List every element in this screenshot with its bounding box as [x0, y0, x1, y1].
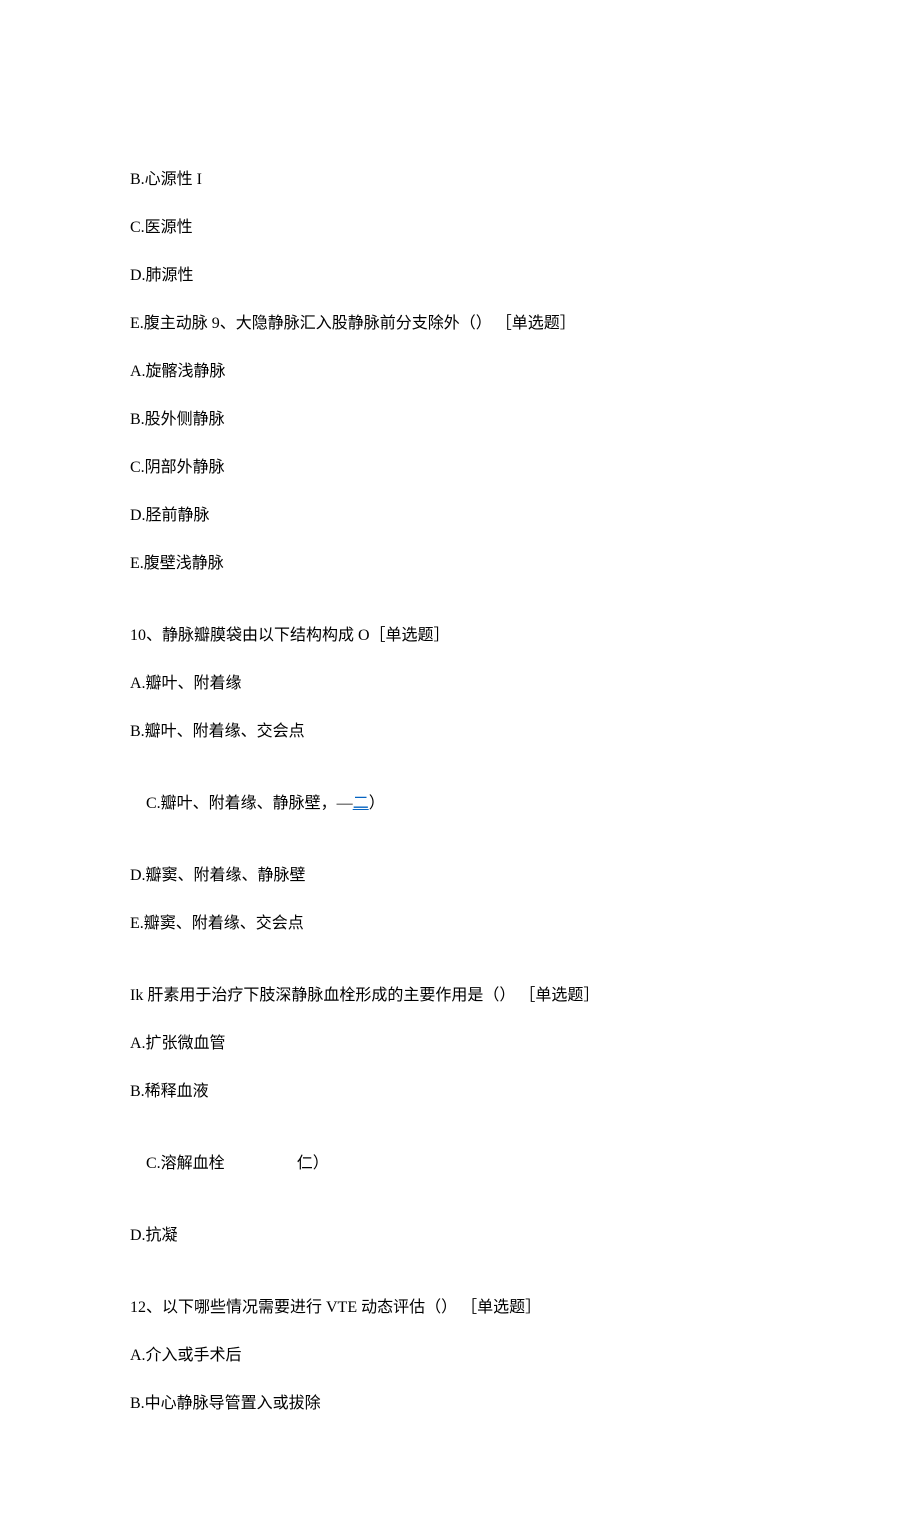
- option-a-q12: A.介入或手术后: [130, 1344, 790, 1368]
- option-a-q11: A.扩张微血管: [130, 1032, 790, 1056]
- option-c-q10-text-c: ）: [369, 795, 385, 812]
- option-e-q10: E.瓣窦、附着缘、交会点: [130, 912, 790, 936]
- option-d-q8: D.肺源性: [130, 264, 790, 288]
- option-c-q11: C.溶解血栓 仁）: [130, 1128, 790, 1200]
- option-c-q11-text: C.溶解血栓: [146, 1155, 225, 1172]
- option-e-q8-and-q9-stem: E.腹主动脉 9、大隐静脉汇入股静脉前分支除外（） ［单选题］: [130, 312, 790, 336]
- option-b-q12: B.中心静脉导管置入或拔除: [130, 1392, 790, 1416]
- option-c-q10-link-text[interactable]: 二: [353, 795, 369, 812]
- option-d-q11: D.抗凝: [130, 1224, 790, 1248]
- option-d-q10: D.瓣窦、附着缘、静脉壁: [130, 864, 790, 888]
- option-c-q8: C.医源性: [130, 216, 790, 240]
- option-c-q10-text-a: C.瓣叶、附着缘、静脉壁，—: [146, 795, 353, 812]
- question-11-stem: Ik 肝素用于治疗下肢深静脉血栓形成的主要作用是（） ［单选题］: [130, 984, 790, 1008]
- paragraph-spacer: [130, 1272, 790, 1296]
- option-b-q11: B.稀释血液: [130, 1080, 790, 1104]
- paragraph-spacer: [130, 600, 790, 624]
- option-e-q9: E.腹壁浅静脉: [130, 552, 790, 576]
- option-d-q9: D.胫前静脉: [130, 504, 790, 528]
- option-b-q9: B.股外侧静脉: [130, 408, 790, 432]
- question-10-stem: 10、静脉瓣膜袋由以下结构构成 O［单选题］: [130, 624, 790, 648]
- document-page: B.心源性 I C.医源性 D.肺源性 E.腹主动脉 9、大隐静脉汇入股静脉前分…: [0, 0, 920, 1540]
- option-c-q10: C.瓣叶、附着缘、静脉壁，—二）: [130, 768, 790, 840]
- option-b-q8: B.心源性 I: [130, 168, 790, 192]
- option-c-q11-suffix: 仁）: [297, 1155, 329, 1172]
- question-12-stem: 12、以下哪些情况需要进行 VTE 动态评估（） ［单选题］: [130, 1296, 790, 1320]
- paragraph-spacer: [130, 960, 790, 984]
- option-c-q9: C.阴部外静脉: [130, 456, 790, 480]
- option-a-q10: A.瓣叶、附着缘: [130, 672, 790, 696]
- option-a-q9: A.旋髂浅静脉: [130, 360, 790, 384]
- option-b-q10: B.瓣叶、附着缘、交会点: [130, 720, 790, 744]
